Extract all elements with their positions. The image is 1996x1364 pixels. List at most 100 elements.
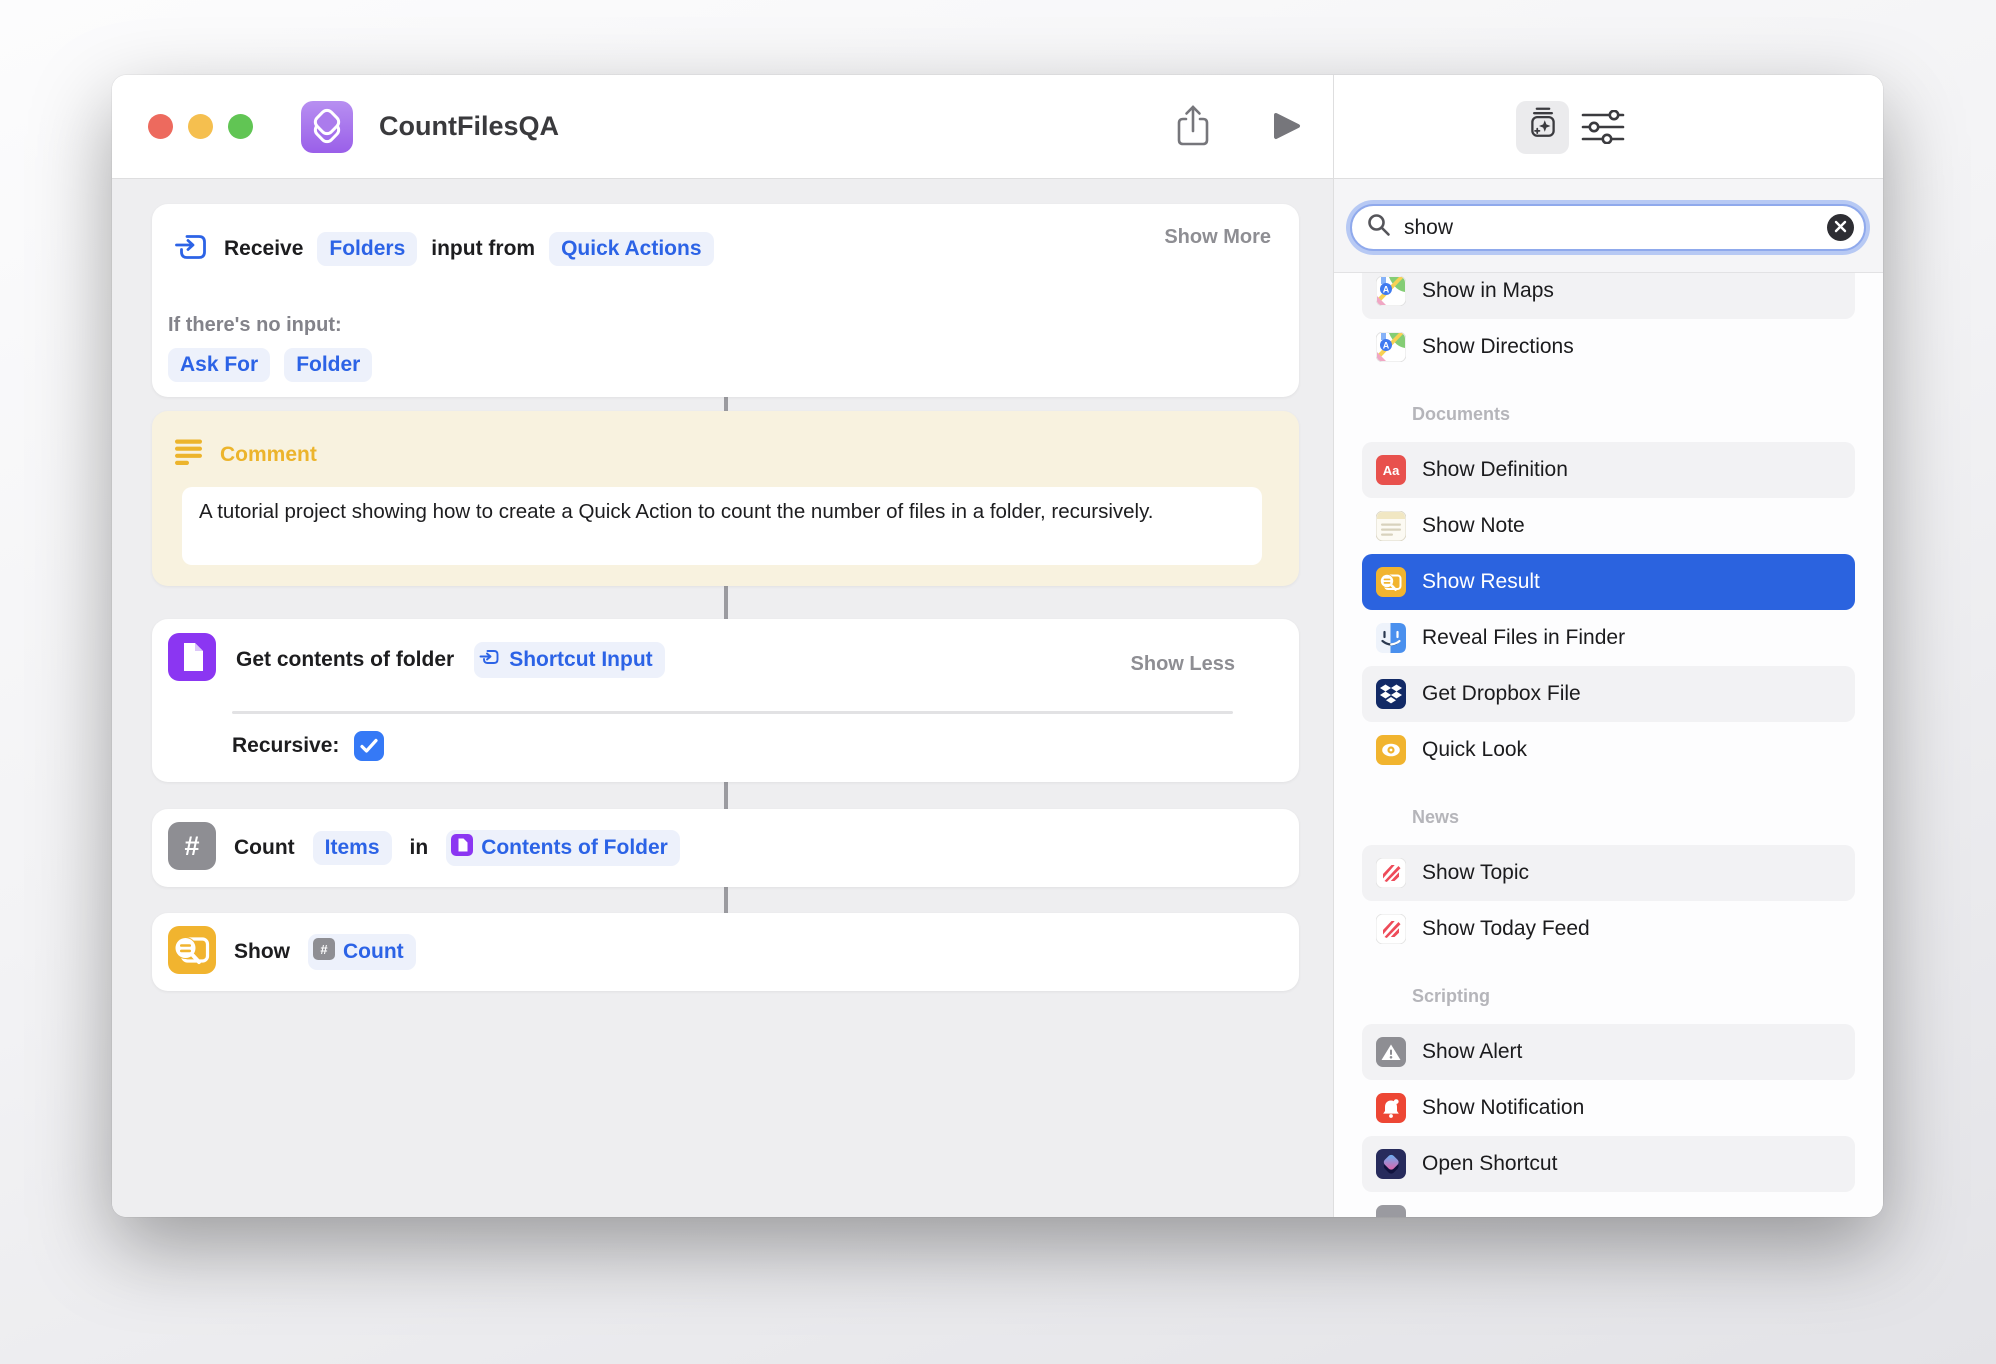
search-strip <box>1334 179 1883 273</box>
clear-icon <box>1834 220 1847 236</box>
share-icon <box>1174 105 1212 152</box>
count-verb-label: Count <box>234 836 295 859</box>
shortcuts-app-icon <box>301 100 353 153</box>
comment-title: Comment <box>220 442 317 466</box>
zoom-window-button[interactable] <box>228 114 253 139</box>
clear-search-button[interactable] <box>1827 214 1854 241</box>
action-result-row[interactable]: Get Dropbox File <box>1362 666 1855 722</box>
action-results-list: A Show in Maps A Show Directions Documents Aa… <box>1334 273 1883 1217</box>
search-field[interactable] <box>1350 204 1866 251</box>
action-result-row[interactable]: Open Shortcut <box>1362 1136 1855 1192</box>
close-window-button[interactable] <box>148 114 173 139</box>
action-result-label: Open Shortcut <box>1422 1152 1558 1175</box>
maps-icon: A <box>1375 331 1407 363</box>
count-icon: # <box>168 821 216 875</box>
receive-input-type-token[interactable]: Folders <box>317 231 418 266</box>
minimize-window-button[interactable] <box>188 114 213 139</box>
action-result-row[interactable]: Show Topic <box>1362 845 1855 901</box>
folder-contents-icon <box>168 633 216 686</box>
svg-text:A: A <box>1383 285 1390 295</box>
action-result-label: Show Notification <box>1422 1096 1585 1119</box>
get-contents-title: Get contents of folder <box>236 647 455 671</box>
recursive-checkbox[interactable] <box>354 731 385 761</box>
search-input[interactable] <box>1402 214 1827 241</box>
svg-text:Aa: Aa <box>1383 463 1400 478</box>
shortcut-input-token[interactable]: Shortcut Input <box>474 641 665 678</box>
action-card-receive[interactable]: Receive Folders input from Quick Actions… <box>152 204 1299 397</box>
titlebar: CountFilesQA <box>112 75 1883 179</box>
titlebar-divider <box>1333 75 1334 178</box>
finder-icon <box>1376 623 1406 653</box>
shortcut-icon <box>1376 1149 1406 1179</box>
maps-icon: A <box>1375 275 1407 307</box>
action-result-row[interactable]: Quick Look <box>1362 722 1855 778</box>
count-variable-mini-icon: # <box>313 938 335 966</box>
svg-text:A: A <box>1383 341 1390 351</box>
comment-text-field[interactable]: A tutorial project showing how to create… <box>182 487 1262 565</box>
result-icon <box>1376 567 1406 597</box>
action-result-label: Reveal Files in Finder <box>1422 626 1626 649</box>
svg-text:#: # <box>320 942 328 957</box>
note-icon <box>1375 510 1407 542</box>
shortcuts-window: CountFilesQA Receive Folders input from … <box>112 75 1883 1217</box>
action-result-label: Show Result <box>1422 570 1540 593</box>
no-input-ask-for-token[interactable]: Ask For <box>168 348 271 382</box>
receive-prefix-label: Receive <box>224 236 304 260</box>
news-icon <box>1375 913 1407 945</box>
action-result-row[interactable] <box>1362 1192 1855 1217</box>
action-result-row[interactable]: Show Notification <box>1362 1080 1855 1136</box>
action-result-row[interactable]: Show Note <box>1362 498 1855 554</box>
action-result-row[interactable]: Reveal Files in Finder <box>1362 610 1855 666</box>
count-variable-token-label: Count <box>343 940 404 963</box>
show-verb-label: Show <box>234 940 290 963</box>
svg-text:#: # <box>184 831 199 861</box>
action-result-label: Show Definition <box>1422 458 1568 481</box>
no-input-label: If there's no input: <box>168 314 342 336</box>
run-shortcut-button[interactable] <box>1272 111 1302 141</box>
action-card-comment[interactable]: Comment A tutorial project showing how t… <box>152 411 1299 586</box>
count-preposition-label: in <box>409 836 429 859</box>
contents-of-folder-token-label: Contents of Folder <box>481 836 668 859</box>
show-more-link[interactable]: Show More <box>1164 226 1271 249</box>
no-input-folder-token[interactable]: Folder <box>284 348 373 382</box>
action-card-count[interactable]: # Count Items in Contents of Folder <box>152 809 1299 887</box>
count-variable-token[interactable]: # Count <box>308 934 416 970</box>
card-divider <box>232 711 1233 714</box>
section-label-news: News <box>1412 807 1460 827</box>
shortcut-input-token-label: Shortcut Input <box>509 647 653 671</box>
action-result-row[interactable]: Aa Show Definition <box>1362 442 1855 498</box>
play-icon <box>1272 113 1302 144</box>
action-result-row[interactable]: Show Alert <box>1362 1024 1855 1080</box>
contents-of-folder-token[interactable]: Contents of Folder <box>446 830 680 866</box>
window-title: CountFilesQA <box>379 111 559 141</box>
action-result-label: Show in Maps <box>1422 279 1554 302</box>
show-result-icon <box>168 925 216 979</box>
action-connector <box>723 887 728 913</box>
news-icon <box>1375 857 1407 889</box>
action-library-button[interactable] <box>1516 101 1569 154</box>
receive-input-icon <box>174 228 210 269</box>
action-result-row[interactable]: Show Today Feed <box>1362 901 1855 957</box>
action-card-get-contents[interactable]: Get contents of folder Shortcut Input Sh… <box>152 619 1299 782</box>
action-result-row[interactable]: A Show in Maps <box>1362 273 1855 319</box>
action-result-row[interactable]: A Show Directions <box>1362 319 1855 375</box>
action-connector <box>723 586 728 619</box>
action-result-label: Show Topic <box>1422 861 1530 884</box>
action-library-icon <box>1520 104 1566 151</box>
dropbox-icon <box>1376 679 1406 709</box>
receive-middle-label: input from <box>431 236 536 260</box>
show-less-link[interactable]: Show Less <box>1131 653 1235 676</box>
action-connector <box>723 782 728 809</box>
contents-of-folder-mini-icon <box>451 834 474 862</box>
shortcut-details-button[interactable] <box>1580 109 1626 146</box>
count-unit-token[interactable]: Items <box>312 831 392 865</box>
workflow-editor: Receive Folders input from Quick Actions… <box>112 179 1333 1217</box>
action-result-label: Get Dropbox File <box>1422 682 1581 705</box>
action-result-row[interactable]: Show Result <box>1362 554 1855 610</box>
action-card-show[interactable]: Show # Count <box>152 913 1299 991</box>
notification-icon <box>1376 1093 1406 1123</box>
share-button[interactable] <box>1174 103 1212 149</box>
traffic-lights <box>148 114 253 139</box>
quicklook-icon <box>1376 735 1406 765</box>
receive-source-token[interactable]: Quick Actions <box>549 231 714 266</box>
